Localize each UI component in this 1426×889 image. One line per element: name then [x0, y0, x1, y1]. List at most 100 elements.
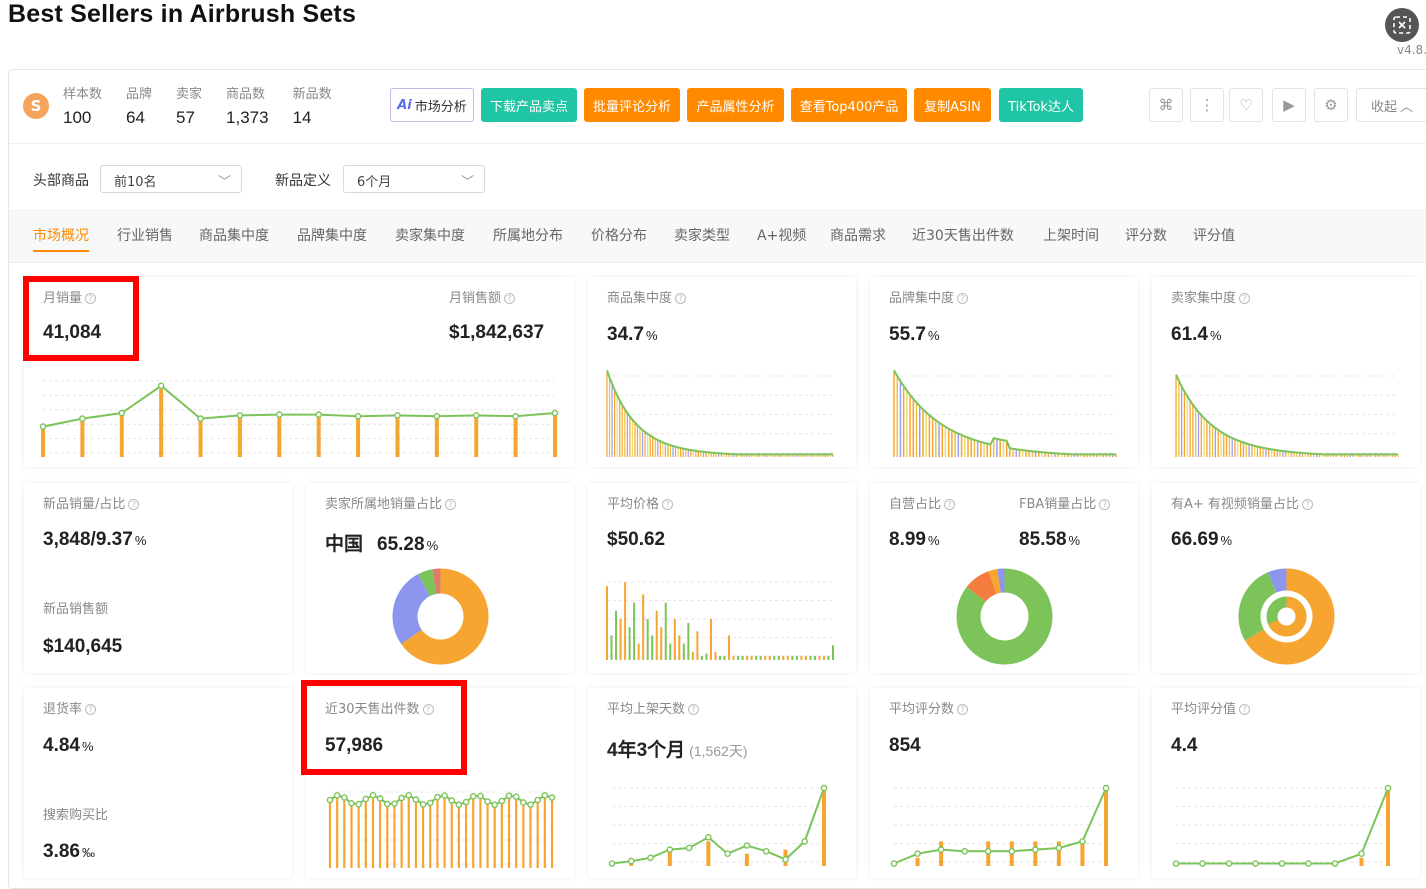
batch-review-analysis-button[interactable]: 批量评论分析 [584, 88, 680, 122]
card-seller-concentration: 卖家集中度? 61.4% [1152, 277, 1420, 467]
chart-bar [611, 385, 613, 457]
tab-review-count[interactable]: 评分数 [1125, 225, 1167, 245]
chart-bar [664, 443, 667, 457]
tab-product-demand[interactable]: 商品需求 [830, 225, 886, 245]
tab-market-overview[interactable]: 市场概况 [33, 225, 89, 252]
return-rate-value: 4.84% [43, 735, 94, 756]
listing-days-chart [608, 784, 828, 867]
chart-bar [628, 627, 631, 660]
chart-bar [237, 415, 242, 457]
chart-point [472, 412, 480, 419]
chart-bar [1175, 376, 1177, 457]
chart-bar [1104, 788, 1108, 866]
stat-samples: 样本数 100 [63, 87, 103, 127]
chart-point [534, 796, 541, 804]
chart-bar [634, 423, 636, 457]
aplus-video-donut [1238, 568, 1335, 665]
chart-bar [1273, 449, 1276, 457]
heart-icon[interactable]: ♡ [1229, 88, 1263, 122]
chart-bar [644, 432, 646, 457]
chart-bar [350, 805, 353, 868]
chart-bar [614, 391, 616, 457]
screenshot-extension-button[interactable] [1385, 8, 1419, 42]
chart-point [527, 801, 534, 808]
chart-bar [723, 655, 726, 660]
head-products-select[interactable]: 前10名 ﹀ [100, 165, 242, 193]
chart-bar [1254, 446, 1256, 457]
chart-bar [639, 428, 641, 457]
chart-bar [1209, 424, 1211, 457]
chart-bar [493, 807, 496, 868]
chart-bar [804, 655, 807, 660]
chart-bar [1256, 446, 1259, 457]
tiktok-influencer-button[interactable]: TikTok达人 [999, 88, 1083, 122]
collapse-button[interactable]: 收起 ︿ [1356, 88, 1426, 122]
card-average-listing-days: 平均上架天数? 4年3个月 (1,562天) [588, 688, 856, 878]
chart-point [1055, 844, 1063, 852]
chart-bar [678, 635, 681, 660]
chart-point [383, 800, 391, 808]
play-video-icon[interactable]: ▶ [1272, 88, 1306, 122]
chart-bar [728, 635, 731, 660]
chart-point [333, 792, 341, 799]
chart-bar [1203, 418, 1205, 457]
tab-location-distribution[interactable]: 所属地分布 [493, 225, 563, 245]
chart-bar [464, 804, 468, 868]
chart-point [79, 415, 86, 422]
tab-brand-concentration[interactable]: 品牌集中度 [297, 225, 367, 245]
chart-point [354, 412, 362, 420]
chart-bar [1279, 450, 1281, 457]
chart-bar [1268, 449, 1270, 457]
tab-seller-concentration[interactable]: 卖家集中度 [395, 225, 465, 245]
help-icon: ? [675, 293, 687, 304]
chart-bar [669, 643, 672, 660]
grid-icon[interactable]: ⌘ [1149, 88, 1183, 122]
chart-bar [386, 806, 389, 868]
chart-bar [641, 430, 644, 457]
chart-bar [947, 429, 950, 457]
average-rating-value: 4.4 [1171, 735, 1198, 756]
rating-chart [1172, 784, 1392, 867]
sold-30-days-chart [326, 791, 556, 868]
chart-bar [41, 426, 45, 457]
tab-sold-30-days[interactable]: 近30天售出件数 [912, 225, 1014, 245]
chart-point [505, 792, 513, 800]
seller-concentration-chart [1175, 374, 1399, 457]
chart-bar [1015, 449, 1018, 457]
chart-bar [1009, 448, 1011, 457]
copy-asin-button[interactable]: 复制ASIN [914, 88, 991, 122]
download-selling-points-button[interactable]: 下载产品卖点 [481, 88, 577, 122]
version-label: v4.8. [1397, 43, 1426, 57]
tab-seller-type[interactable]: 卖家类型 [674, 225, 730, 245]
tab-product-concentration[interactable]: 商品集中度 [199, 225, 269, 245]
brand-logo-icon: S [23, 93, 49, 119]
seller-region-value: 中国 65.28% [325, 533, 439, 555]
new-product-definition-select[interactable]: 6个月 ﹀ [343, 165, 485, 193]
market-analysis-button[interactable]: Ai 市场分析 [390, 88, 474, 122]
tab-listing-time[interactable]: 上架时间 [1043, 225, 1099, 245]
chart-bar [1195, 409, 1197, 457]
chart-bar [989, 444, 992, 457]
chart-bar [922, 410, 924, 457]
chart-bar [1259, 447, 1261, 457]
more-icon[interactable]: ⋮ [1190, 88, 1224, 122]
chart-bar [944, 427, 947, 457]
tab-rating-value[interactable]: 评分值 [1193, 225, 1235, 245]
chart-bar [414, 801, 418, 868]
gear-icon[interactable]: ⚙ [1314, 88, 1348, 122]
monthly-revenue-value: $1,842,637 [449, 322, 545, 343]
tab-industry-sales[interactable]: 行业销售 [117, 225, 173, 245]
chart-point [1305, 860, 1312, 867]
chart-point [1172, 860, 1180, 867]
chart-point [685, 844, 693, 852]
tab-price-distribution[interactable]: 价格分布 [591, 225, 647, 245]
chart-point [419, 801, 427, 808]
product-attribute-analysis-button[interactable]: 产品属性分析 [687, 88, 784, 122]
tab-aplus-video[interactable]: A+视频 [757, 225, 806, 245]
chart-bar [474, 417, 479, 457]
chart-bar [1276, 450, 1278, 457]
search-purchase-ratio-value: 3.86 ‰ [43, 841, 95, 862]
view-top400-button[interactable]: 查看Top400产品 [791, 88, 907, 122]
chart-bar [1018, 449, 1021, 457]
chart-point [433, 412, 441, 420]
